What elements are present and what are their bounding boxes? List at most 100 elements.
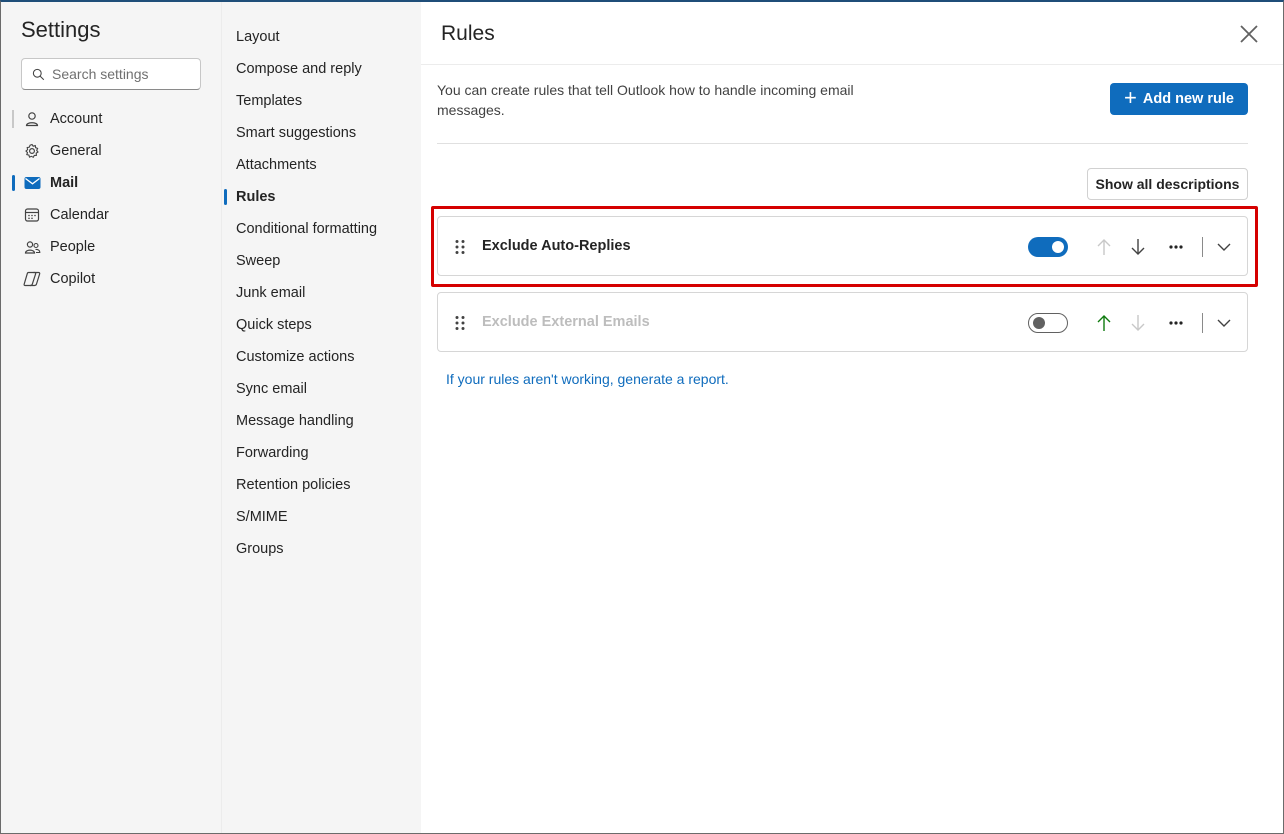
sidebar-item-label: Mail (50, 175, 79, 191)
chevron-down-icon (1217, 243, 1231, 251)
rules-panel: Rules You can create rules that tell Out… (421, 2, 1283, 833)
mail-nav-label: Retention policies (236, 477, 351, 493)
mail-nav-label: Conditional formatting (236, 221, 378, 237)
mail-nav-label: Smart suggestions (236, 125, 357, 141)
person-icon (23, 110, 41, 128)
expand-rule-button[interactable] (1212, 311, 1236, 335)
arrow-up-icon (1097, 239, 1111, 255)
sidebar-item-label: Copilot (50, 271, 96, 287)
mail-nav-label: Groups (236, 541, 284, 557)
mail-nav-retention-policies[interactable]: Retention policies (222, 469, 422, 501)
mail-nav-compose-and-reply[interactable]: Compose and reply (222, 53, 422, 85)
divider (1202, 237, 1203, 257)
mail-nav-sweep[interactable]: Sweep (222, 245, 422, 277)
mail-nav-label: Forwarding (236, 445, 309, 461)
chevron-down-icon (1217, 319, 1231, 327)
mail-nav-layout[interactable]: Layout (222, 21, 422, 53)
mail-nav-label: Sweep (236, 253, 281, 269)
mail-nav-forwarding[interactable]: Forwarding (222, 437, 422, 469)
move-up-button[interactable] (1092, 311, 1116, 335)
mail-nav-label: Templates (236, 93, 303, 109)
mail-nav-label: Message handling (236, 413, 354, 429)
toggle-knob (1052, 241, 1064, 253)
move-up-button[interactable] (1092, 235, 1116, 259)
move-down-button[interactable] (1126, 311, 1150, 335)
copilot-icon (23, 270, 41, 288)
page-title: Rules (441, 22, 495, 45)
active-indicator (12, 175, 15, 191)
mail-nav-label: Layout (236, 29, 280, 45)
close-button[interactable] (1237, 22, 1261, 46)
drag-handle-icon[interactable] (454, 239, 466, 255)
header-divider (421, 64, 1283, 65)
mail-nav-label: Customize actions (236, 349, 355, 365)
show-all-descriptions-button[interactable]: Show all descriptions (1087, 168, 1248, 200)
mail-nav-label: S/MIME (236, 509, 288, 525)
sidebar-item-copilot[interactable]: Copilot (1, 263, 221, 295)
sidebar-item-mail[interactable]: Mail (1, 167, 221, 199)
move-down-button[interactable] (1126, 235, 1150, 259)
sidebar-item-account[interactable]: Account (1, 103, 221, 135)
content-divider (437, 143, 1248, 144)
arrow-up-icon (1097, 315, 1111, 331)
settings-window: Settings Account General (0, 0, 1284, 834)
mail-nav-smart-suggestions[interactable]: Smart suggestions (222, 117, 422, 149)
add-rule-label: Add new rule (1142, 91, 1234, 107)
rule-row-exclude-auto-replies: Exclude Auto-Replies (437, 216, 1248, 276)
search-icon (32, 68, 45, 80)
mail-nav-smime[interactable]: S/MIME (222, 501, 422, 533)
sidebar-item-label: General (50, 143, 102, 159)
search-settings-box[interactable] (21, 58, 201, 90)
divider (1202, 313, 1203, 333)
mail-settings-nav: Layout Compose and reply Templates Smart… (221, 2, 421, 833)
search-input[interactable] (52, 66, 192, 82)
mail-nav-label: Attachments (236, 157, 317, 173)
mail-nav-label: Junk email (236, 285, 306, 301)
sidebar-item-label: Account (50, 111, 103, 127)
rule-enabled-toggle[interactable] (1028, 237, 1068, 257)
scroll-indicator (12, 110, 14, 128)
sidebar-item-calendar[interactable]: Calendar (1, 199, 221, 231)
mail-nav-label: Rules (236, 189, 276, 205)
mail-settings-list: Layout Compose and reply Templates Smart… (222, 21, 422, 565)
sidebar-item-label: People (50, 239, 96, 255)
sidebar-item-general[interactable]: General (1, 135, 221, 167)
more-options-button[interactable] (1164, 235, 1188, 259)
people-icon (23, 238, 41, 256)
mail-nav-groups[interactable]: Groups (222, 533, 422, 565)
mail-icon (23, 174, 41, 192)
mail-nav-sync-email[interactable]: Sync email (222, 373, 422, 405)
more-options-button[interactable] (1164, 311, 1188, 335)
toggle-knob (1033, 317, 1045, 329)
generate-report-link[interactable]: If your rules aren't working, generate a… (446, 371, 729, 387)
mail-nav-label: Compose and reply (236, 61, 362, 77)
settings-title: Settings (21, 17, 101, 42)
mail-nav-message-handling[interactable]: Message handling (222, 405, 422, 437)
mail-nav-attachments[interactable]: Attachments (222, 149, 422, 181)
more-icon (1169, 321, 1183, 325)
settings-sidebar: Settings Account General (1, 2, 221, 833)
sidebar-list: Account General Mail Calendar People Cop… (1, 103, 221, 295)
rule-enabled-toggle[interactable] (1028, 313, 1068, 333)
mail-nav-conditional-formatting[interactable]: Conditional formatting (222, 213, 422, 245)
plus-icon: + (1124, 85, 1137, 110)
add-new-rule-button[interactable]: + Add new rule (1110, 83, 1248, 115)
sidebar-item-people[interactable]: People (1, 231, 221, 263)
rule-name: Exclude External Emails (482, 314, 650, 330)
mail-nav-templates[interactable]: Templates (222, 85, 422, 117)
mail-nav-quick-steps[interactable]: Quick steps (222, 309, 422, 341)
mail-nav-junk-email[interactable]: Junk email (222, 277, 422, 309)
more-icon (1169, 245, 1183, 249)
mail-nav-customize-actions[interactable]: Customize actions (222, 341, 422, 373)
active-indicator (224, 189, 227, 205)
close-icon (1240, 25, 1258, 43)
mail-nav-label: Sync email (236, 381, 307, 397)
sidebar-item-label: Calendar (50, 207, 109, 223)
rule-row-exclude-external-emails: Exclude External Emails (437, 292, 1248, 352)
expand-rule-button[interactable] (1212, 235, 1236, 259)
drag-handle-icon[interactable] (454, 315, 466, 331)
arrow-down-icon (1131, 239, 1145, 255)
mail-nav-label: Quick steps (236, 317, 312, 333)
arrow-down-icon (1131, 315, 1145, 331)
mail-nav-rules[interactable]: Rules (222, 181, 422, 213)
